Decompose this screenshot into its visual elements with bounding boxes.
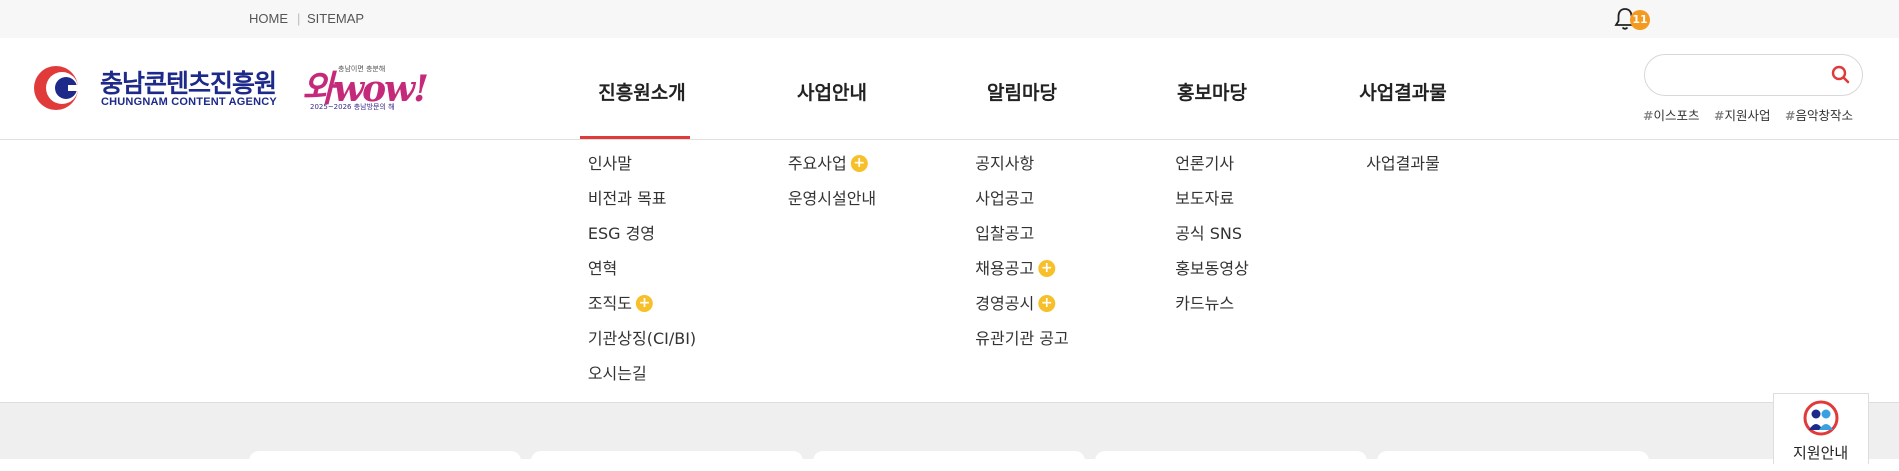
hash-icon: # (1714, 108, 1725, 123)
submenu-item[interactable]: 홍보동영상 (1175, 259, 1249, 294)
sitemap-link[interactable]: SITEMAP (307, 11, 364, 26)
logo-english: CHUNGNAM CONTENT AGENCY (101, 96, 277, 108)
submenu-item[interactable]: 주요사업 + (788, 154, 876, 189)
content-card[interactable] (531, 451, 803, 471)
notification-badge: 11 (1630, 10, 1650, 30)
site-header: 충남콘텐츠진흥원 CHUNGNAM CONTENT AGENCY 충남이면 충분… (0, 38, 1899, 140)
expand-plus-icon[interactable]: + (636, 295, 653, 312)
submenu-item[interactable]: 인사말 (588, 154, 696, 189)
tag-support[interactable]: #지원사업 (1714, 105, 1771, 124)
submenu-item[interactable]: 사업공고 (975, 189, 1068, 224)
utility-bar: HOME | SITEMAP 11 (0, 0, 1899, 39)
support-guide-label: 지원안내 (1793, 444, 1849, 462)
submenu-item[interactable]: 공식 SNS (1175, 224, 1249, 259)
submenu-item[interactable]: 오시는길 (588, 364, 696, 399)
tag-esports[interactable]: #이스포츠 (1643, 105, 1700, 124)
tag-label: 음악창작소 (1795, 108, 1853, 123)
submenu-item[interactable]: 기관상징(CI/BI) (588, 329, 696, 364)
submenu-item[interactable]: 사업결과물 (1366, 154, 1440, 189)
expand-plus-icon[interactable]: + (1038, 260, 1056, 277)
submenu-notice: 공지사항 사업공고 입찰공고 채용공고 + 경영공시 + 유관기관 공고 (975, 154, 1115, 364)
submenu-item[interactable]: 채용공고 + (975, 259, 1068, 294)
campaign-years: 2025~2026 충남방문의 해 (310, 103, 395, 111)
submenu-pr: 언론기사 보도자료 공식 SNS 홍보동영상 카드뉴스 (1175, 154, 1286, 329)
mega-menu: 인사말 비전과 목표 ESG 경영 연혁 조직도 + 기관상징(CI/BI) 오시… (0, 140, 1899, 403)
submenu-item[interactable]: 경영공시 + (975, 294, 1068, 329)
tag-label: 이스포츠 (1653, 108, 1700, 123)
submenu-item[interactable]: 언론기사 (1175, 154, 1249, 189)
submenu-item[interactable]: 보도자료 (1175, 189, 1249, 224)
hash-icon: # (1785, 108, 1796, 123)
search-icon[interactable] (1830, 64, 1852, 86)
submenu-item[interactable]: 비전과 목표 (588, 189, 696, 224)
expand-plus-icon[interactable]: + (1038, 295, 1056, 312)
site-logo[interactable]: 충남콘텐츠진흥원 CHUNGNAM CONTENT AGENCY (32, 62, 292, 112)
agency-logo-mark (34, 66, 90, 110)
submenu-item[interactable]: 연혁 (588, 259, 696, 294)
content-card[interactable] (249, 451, 521, 471)
expand-plus-icon[interactable]: + (850, 155, 868, 172)
submenu-item[interactable]: 조직도 + (588, 294, 696, 329)
submenu-business: 주요사업 + 운영시설안내 (788, 154, 920, 224)
search-input[interactable] (1659, 63, 1823, 89)
nav-item-about[interactable]: 진흥원소개 (598, 78, 685, 105)
submenu-item[interactable]: ESG 경영 (588, 224, 696, 259)
content-card[interactable] (1377, 451, 1649, 471)
content-card[interactable] (813, 451, 1085, 471)
utility-separator: | (297, 11, 301, 26)
home-link[interactable]: HOME (249, 11, 288, 26)
submenu-item[interactable]: 유관기관 공고 (975, 329, 1068, 364)
submenu-about: 인사말 비전과 목표 ESG 경영 연혁 조직도 + 기관상징(CI/BI) 오시… (588, 154, 750, 399)
submenu-item[interactable]: 카드뉴스 (1175, 294, 1249, 329)
nav-item-results[interactable]: 사업결과물 (1359, 78, 1446, 105)
submenu-results: 사업결과물 (1366, 154, 1477, 189)
tag-label: 지원사업 (1724, 108, 1771, 123)
tag-music[interactable]: #음악창작소 (1785, 105, 1853, 124)
nav-item-business[interactable]: 사업안내 (797, 78, 867, 105)
logo-korean: 충남콘텐츠진흥원 (100, 69, 277, 98)
people-icon (1803, 400, 1839, 436)
active-nav-indicator (580, 136, 690, 139)
content-card[interactable] (1095, 451, 1367, 471)
hash-icon: # (1643, 108, 1654, 123)
submenu-item[interactable]: 운영시설안내 (788, 189, 876, 224)
nav-item-pr[interactable]: 홍보마당 (1177, 78, 1247, 105)
submenu-item[interactable]: 입찰공고 (975, 224, 1068, 259)
nav-item-notice[interactable]: 알림마당 (987, 78, 1057, 105)
submenu-item[interactable]: 공지사항 (975, 154, 1068, 189)
